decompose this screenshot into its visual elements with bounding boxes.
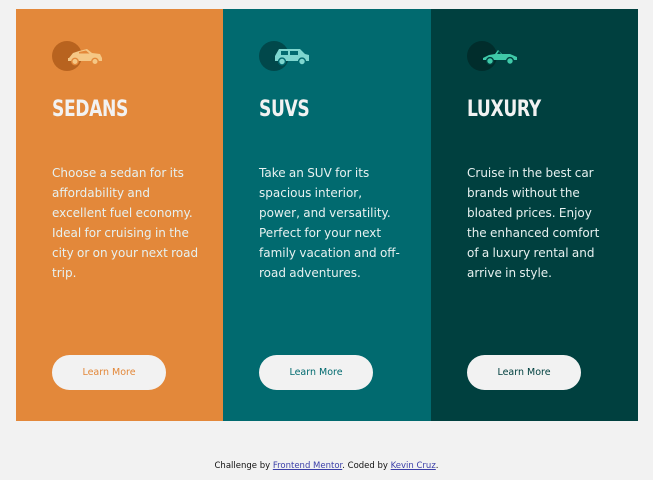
sedan-car-icon [52,40,106,72]
card-title: Luxury [467,97,541,122]
suv-car-svg [275,49,309,66]
attribution-suffix: . [435,461,439,471]
author-link[interactable]: Kevin Cruz [391,461,436,471]
attribution-prefix: Challenge by [214,461,273,471]
card-title: Sedans [52,97,128,122]
card-suvs: SUVs Take an SUV for its spacious interi… [223,9,431,421]
luxury-car-svg [483,50,517,66]
card-description: Choose a sedan for its affordability and… [52,166,199,280]
luxury-car-icon [467,40,521,72]
card-grid: Sedans Choose a sedan for its affordabil… [16,9,638,421]
card-description: Take an SUV for its spacious interior, p… [259,166,400,280]
learn-more-button[interactable]: Learn More [52,355,166,390]
card-luxury: Luxury Cruise in the best car brands wit… [431,9,638,421]
attribution-middle: . Coded by [342,461,391,471]
suv-car-icon [259,40,313,72]
attribution: Challenge by Frontend Mentor. Coded by K… [0,461,653,471]
card-sedans: Sedans Choose a sedan for its affordabil… [16,9,223,421]
card-description: Cruise in the best car brands without th… [467,166,600,280]
learn-more-button[interactable]: Learn More [259,355,373,390]
sedan-car-svg [68,49,102,66]
learn-more-button[interactable]: Learn More [467,355,581,390]
frontend-mentor-link[interactable]: Frontend Mentor [273,461,342,471]
card-title: SUVs [259,97,310,122]
